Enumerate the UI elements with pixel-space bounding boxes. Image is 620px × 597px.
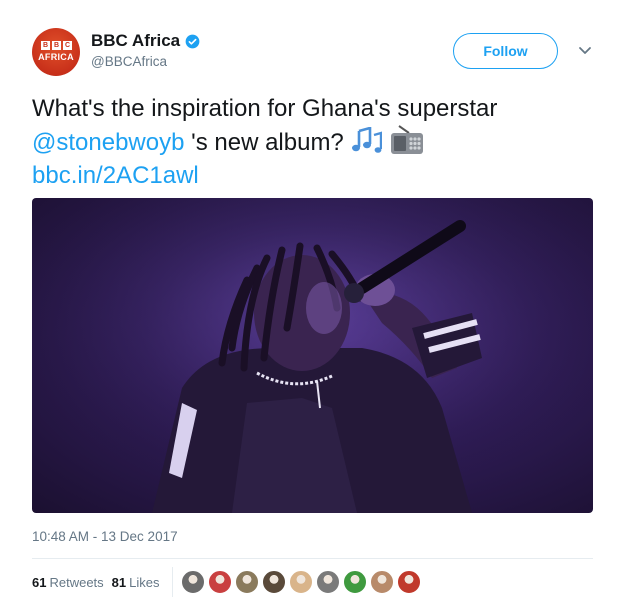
likes-count: 81 (111, 574, 127, 590)
article-link[interactable]: bbc.in/2AC1awl (32, 162, 199, 189)
tweet-header: B B C AFRICA BBC Africa @BBCAfrica Follo… (32, 28, 602, 78)
liker-avatars (180, 570, 421, 594)
liker-avatar[interactable] (207, 570, 232, 594)
musical-notes-icon (352, 127, 383, 153)
stats-separator (171, 567, 173, 597)
avatar-text: AFRICA (38, 52, 74, 62)
account-handle[interactable]: @BBCAfrica (91, 54, 200, 69)
avatar[interactable]: B B C AFRICA (32, 28, 80, 76)
liker-avatar[interactable] (342, 570, 367, 594)
performer-photo (32, 198, 593, 513)
verified-badge-icon (185, 34, 200, 48)
tweet-text: What's the inspiration for Ghana's super… (32, 92, 602, 192)
display-name[interactable]: BBC Africa (91, 31, 180, 51)
chevron-down-icon[interactable] (577, 42, 593, 58)
account-names[interactable]: BBC Africa @BBCAfrica (91, 31, 200, 69)
liker-avatar[interactable] (261, 570, 286, 594)
bbc-logo: B B C (41, 41, 72, 50)
retweets-label: Retweets (49, 574, 104, 590)
radio-icon (391, 125, 424, 154)
tweet-stats: 61 Retweets 81 Likes (32, 566, 421, 597)
tweet-photo[interactable] (32, 198, 593, 513)
liker-avatar[interactable] (288, 570, 313, 594)
mention-link[interactable]: @stonebwoyb (32, 129, 184, 156)
retweets-count: 61 (32, 574, 47, 590)
liker-avatar[interactable] (234, 570, 259, 594)
retweets-stat[interactable]: 61 Retweets (32, 575, 104, 590)
liker-avatar[interactable] (315, 570, 340, 594)
liker-avatar[interactable] (180, 570, 205, 594)
tweet-text-after: 's new album? (184, 129, 351, 156)
likes-stat[interactable]: 81 Likes (112, 575, 160, 590)
tweet-timestamp[interactable]: 10:48 AM - 13 Dec 2017 (32, 529, 178, 544)
divider (32, 558, 593, 559)
tweet-text-before: What's the inspiration for Ghana's super… (32, 95, 498, 122)
follow-button[interactable]: Follow (453, 33, 558, 69)
liker-avatar[interactable] (396, 570, 421, 594)
liker-avatar[interactable] (369, 570, 394, 594)
likes-label: Likes (129, 574, 160, 590)
